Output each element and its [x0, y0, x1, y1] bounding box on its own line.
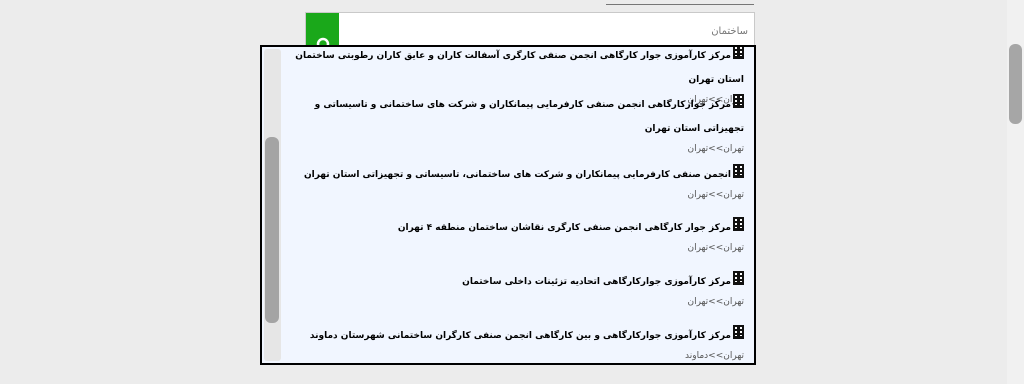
result-location: تهران>>تهران [687, 243, 744, 253]
result-title: مرکز جوارکارگاهی انجمن صنفی کارفرمایی پی… [314, 100, 744, 134]
results-scrollbar[interactable] [264, 49, 281, 361]
result-item[interactable]: مرکز جوارکارگاهی انجمن صنفی کارفرمایی پی… [292, 93, 744, 157]
building-icon [733, 47, 744, 59]
result-title: مرکز جوار کارگاهی انجمن صنفی کارگری نقاش… [397, 223, 731, 233]
page-scrollbar[interactable] [1007, 0, 1024, 384]
search-input[interactable] [340, 13, 754, 49]
result-title: مرکز کارآموزی جوارکارگاهی اتحادیه تزئینا… [462, 277, 731, 287]
result-location: تهران>>دماوند [685, 351, 744, 361]
page-scrollbar-thumb[interactable] [1009, 44, 1022, 124]
result-item[interactable]: مرکز جوار کارگاهی انجمن صنفی کارگری نقاش… [292, 216, 744, 256]
building-icon [733, 325, 744, 339]
result-title: مرکز کارآموزی جوار کارگاهی انجمن صنفی کا… [295, 51, 744, 85]
result-location: تهران>>تهران [687, 297, 744, 307]
result-item[interactable]: مرکز کارآموزی جوارکارگاهی اتحادیه تزئینا… [292, 270, 744, 310]
building-icon [733, 94, 744, 108]
result-title: مرکز کارآموزی جوارکارگاهی و بین کارگاهی … [309, 331, 731, 341]
result-location: تهران>>تهران [687, 144, 744, 154]
search-results-dropdown: مرکز کارآموزی جوار کارگاهی انجمن صنفی کا… [260, 45, 756, 365]
result-location: تهران>>تهران [687, 190, 744, 200]
results-scrollbar-thumb[interactable] [265, 137, 279, 323]
building-icon [733, 271, 744, 285]
result-item[interactable]: مرکز کارآموزی جوارکارگاهی و بین کارگاهی … [292, 324, 744, 363]
building-icon [733, 164, 744, 178]
result-title: انجمن صنفی کارفرمایی پیمانکاران و شرکت ه… [303, 170, 731, 180]
result-item[interactable]: انجمن صنفی کارفرمایی پیمانکاران و شرکت ه… [292, 163, 744, 203]
top-divider [606, 4, 754, 5]
building-icon [733, 217, 744, 231]
